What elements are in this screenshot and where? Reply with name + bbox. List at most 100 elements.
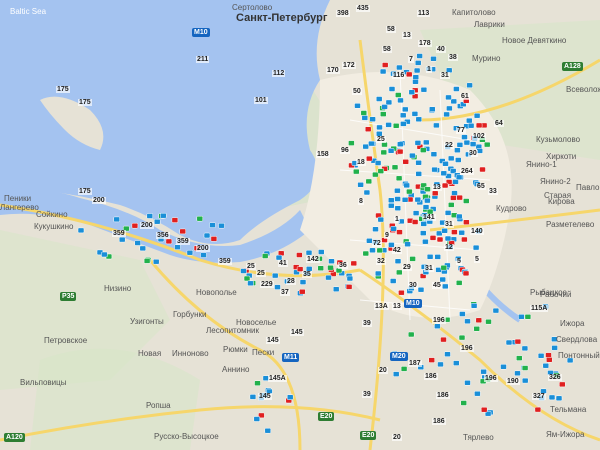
route-marker[interactable] (218, 222, 225, 229)
route-marker[interactable] (381, 62, 389, 68)
route-marker[interactable] (429, 106, 436, 112)
route-marker[interactable] (474, 390, 481, 397)
route-marker[interactable] (404, 241, 411, 247)
route-marker[interactable] (209, 222, 216, 228)
route-marker[interactable] (399, 112, 407, 119)
route-marker[interactable] (196, 215, 204, 222)
route-marker[interactable] (423, 139, 430, 146)
route-marker[interactable] (483, 141, 491, 148)
route-marker[interactable] (420, 221, 427, 227)
route-marker[interactable] (428, 357, 435, 363)
route-marker[interactable] (362, 143, 369, 150)
route-marker[interactable] (416, 53, 423, 59)
route-marker[interactable] (414, 60, 422, 66)
route-marker[interactable] (409, 256, 416, 262)
route-marker[interactable] (134, 240, 141, 246)
route-marker[interactable] (376, 247, 384, 254)
route-marker[interactable] (171, 217, 179, 223)
route-marker[interactable] (445, 94, 452, 101)
route-marker[interactable] (456, 213, 463, 220)
route-marker[interactable] (179, 228, 186, 235)
route-marker[interactable] (353, 168, 360, 175)
route-marker[interactable] (454, 147, 461, 153)
route-marker[interactable] (463, 198, 470, 204)
route-marker[interactable] (422, 204, 430, 210)
route-marker[interactable] (414, 196, 422, 203)
route-marker[interactable] (456, 194, 463, 201)
route-marker[interactable] (364, 126, 372, 132)
route-marker[interactable] (261, 253, 269, 259)
route-marker[interactable] (534, 406, 542, 413)
route-marker[interactable] (271, 272, 279, 279)
route-marker[interactable] (444, 210, 452, 216)
route-marker[interactable] (380, 149, 388, 156)
route-marker[interactable] (374, 270, 382, 277)
route-marker[interactable] (455, 280, 463, 286)
route-marker[interactable] (348, 140, 355, 146)
route-marker[interactable] (542, 362, 550, 369)
route-marker[interactable] (247, 280, 254, 287)
route-marker[interactable] (440, 264, 448, 271)
route-marker[interactable] (395, 175, 403, 182)
map-canvas[interactable]: Baltic Sea Санкт-Петербург Капитолово Ла… (0, 0, 600, 450)
route-marker[interactable] (374, 160, 382, 166)
route-marker[interactable] (444, 235, 452, 242)
route-marker[interactable] (400, 121, 407, 127)
route-marker[interactable] (394, 196, 401, 202)
route-marker[interactable] (385, 99, 393, 106)
route-marker[interactable] (396, 229, 403, 235)
route-marker[interactable] (396, 148, 404, 155)
route-marker[interactable] (451, 190, 458, 196)
route-marker[interactable] (394, 187, 401, 194)
route-marker[interactable] (450, 98, 458, 105)
route-marker[interactable] (317, 265, 324, 271)
route-marker[interactable] (420, 86, 428, 93)
route-marker[interactable] (380, 111, 387, 117)
route-marker[interactable] (350, 260, 358, 267)
route-marker[interactable] (422, 238, 429, 245)
route-marker[interactable] (437, 361, 444, 368)
route-marker[interactable] (462, 270, 470, 277)
route-marker[interactable] (430, 151, 438, 157)
route-marker[interactable] (472, 244, 480, 251)
route-marker[interactable] (485, 318, 492, 325)
route-marker[interactable] (200, 252, 207, 258)
route-marker[interactable] (417, 286, 425, 293)
route-marker[interactable] (443, 111, 450, 118)
route-marker[interactable] (480, 406, 488, 413)
route-marker[interactable] (464, 318, 471, 325)
route-marker[interactable] (210, 236, 218, 242)
route-marker[interactable] (397, 97, 404, 104)
route-marker[interactable] (473, 326, 480, 332)
route-marker[interactable] (377, 168, 385, 174)
route-marker[interactable] (505, 339, 513, 346)
route-marker[interactable] (372, 171, 379, 178)
route-marker[interactable] (369, 116, 376, 122)
route-marker[interactable] (406, 188, 413, 195)
route-marker[interactable] (446, 105, 453, 112)
route-marker[interactable] (429, 235, 437, 241)
route-marker[interactable] (470, 303, 478, 309)
route-marker[interactable] (456, 142, 464, 148)
route-marker[interactable] (411, 111, 419, 117)
route-marker[interactable] (396, 64, 403, 71)
route-marker[interactable] (388, 197, 395, 203)
route-marker[interactable] (464, 380, 471, 386)
route-marker[interactable] (254, 380, 261, 386)
route-marker[interactable] (414, 140, 422, 146)
route-marker[interactable] (392, 123, 400, 129)
route-marker[interactable] (362, 250, 370, 257)
route-marker[interactable] (440, 336, 447, 343)
route-marker[interactable] (379, 68, 387, 75)
route-marker[interactable] (463, 139, 471, 146)
route-marker[interactable] (249, 394, 257, 400)
route-marker[interactable] (366, 155, 373, 162)
route-marker[interactable] (296, 252, 303, 258)
route-marker[interactable] (395, 92, 402, 98)
route-marker[interactable] (186, 249, 194, 256)
route-marker[interactable] (365, 178, 373, 185)
route-marker[interactable] (548, 394, 556, 401)
route-marker[interactable] (453, 86, 460, 92)
route-marker[interactable] (473, 112, 481, 119)
route-marker[interactable] (401, 197, 409, 203)
